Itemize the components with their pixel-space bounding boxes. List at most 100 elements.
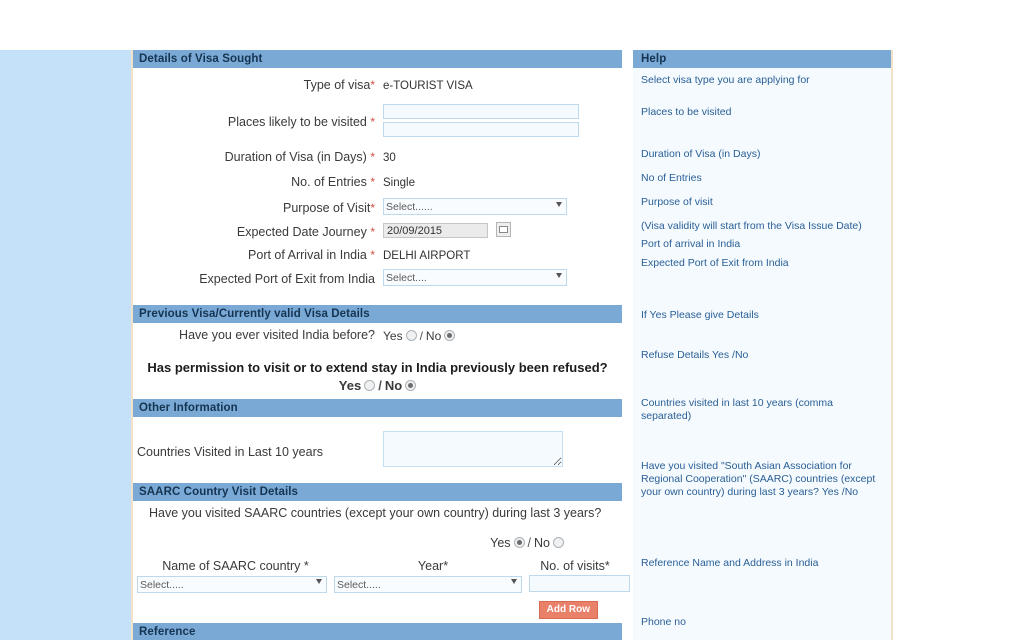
field-type-of-visa: e-TOURIST VISA	[383, 76, 622, 95]
add-row-container: Add Row	[133, 599, 622, 619]
saarc-answer-group: Yes / No	[133, 536, 622, 550]
label-duration: Duration of Visa (in Days) *	[133, 148, 383, 166]
visited-before-no-label: No	[425, 328, 442, 343]
help-item-places: Places to be visited	[641, 106, 732, 118]
saarc-no-label: No	[534, 535, 550, 550]
saarc-country-select-wrap[interactable]: Select.....	[137, 575, 327, 593]
label-date-journey: Expected Date Journey *	[133, 222, 383, 241]
row-type-of-visa: Type of visa* e-TOURIST VISA	[133, 76, 622, 95]
section-header-help: Help	[633, 50, 891, 68]
row-duration: Duration of Visa (in Days) * 30	[133, 148, 622, 167]
saarc-yes-label: Yes	[490, 535, 511, 550]
field-port-arrival: DELHI AIRPORT	[383, 246, 622, 265]
required-star: *	[370, 200, 375, 215]
field-duration: 30	[383, 148, 622, 167]
section-header-reference: Reference	[133, 623, 622, 640]
required-star: *	[443, 558, 449, 573]
label-duration-text: Duration of Visa (in Days)	[224, 149, 367, 164]
field-countries-visited	[383, 430, 622, 473]
purpose-of-visit-select[interactable]: Select......	[383, 198, 567, 215]
places-visited-input-1[interactable]	[383, 103, 579, 119]
help-item-purpose: Purpose of visit	[641, 196, 713, 208]
purpose-select-wrap[interactable]: Select......	[383, 198, 567, 216]
saarc-col-visits-label: No. of visits	[540, 558, 605, 573]
visited-before-separator: /	[419, 328, 423, 343]
port-exit-select-wrap[interactable]: Select....	[383, 269, 567, 287]
page-backdrop-left	[0, 50, 131, 640]
saarc-number-of-visits-input[interactable]	[529, 574, 630, 592]
label-date-journey-text: Expected Date Journey	[236, 224, 367, 239]
refused-yes-label: Yes	[338, 377, 362, 393]
section-header-saarc: SAARC Country Visit Details	[133, 482, 622, 501]
required-star: *	[370, 115, 375, 129]
help-item-phone: Phone no	[641, 616, 686, 628]
field-port-exit: Select....	[383, 269, 622, 287]
field-date-journey	[383, 221, 622, 240]
section-header-other-information: Other Information	[133, 398, 622, 417]
refused-question: Has permission to visit or to extend sta…	[147, 359, 608, 375]
visited-before-yes-radio[interactable]	[405, 329, 417, 341]
label-places-visited-text: Places likely to be visited	[227, 115, 367, 129]
label-type-of-visa-text: Type of visa	[303, 78, 371, 92]
saarc-separator: /	[527, 535, 532, 550]
help-item-if-yes-details: If Yes Please give Details	[641, 309, 759, 321]
help-item-reference: Reference Name and Address in India	[641, 557, 819, 569]
expected-port-of-exit-select[interactable]: Select....	[383, 269, 567, 286]
help-item-countries-visited: Countries visited in last 10 years (comm…	[641, 397, 833, 422]
label-places-visited: Places likely to be visited *	[133, 102, 383, 131]
refused-separator: /	[378, 377, 382, 393]
value-entries: Single	[383, 176, 415, 189]
required-star: *	[303, 558, 309, 573]
label-purpose: Purpose of Visit*	[133, 198, 383, 217]
help-item-visa-type: Select visa type you are applying for	[641, 74, 810, 86]
saarc-country-select[interactable]: Select.....	[137, 576, 327, 593]
label-type-of-visa: Type of visa*	[133, 76, 383, 94]
saarc-table-row: Select..... Select.....	[133, 574, 630, 593]
required-star: *	[604, 558, 610, 573]
help-item-visa-validity: (Visa validity will start from the Visa …	[641, 220, 862, 232]
label-entries-text: No. of Entries	[291, 174, 367, 189]
saarc-yes-radio[interactable]	[513, 536, 525, 548]
expected-date-journey-input[interactable]	[383, 223, 488, 238]
required-star: *	[370, 149, 375, 164]
help-item-port-arrival: Port of arrival in India	[641, 238, 741, 250]
field-entries: Single	[383, 173, 622, 192]
help-item-port-exit: Expected Port of Exit from India	[641, 257, 789, 269]
refused-yes-radio[interactable]	[364, 379, 376, 391]
countries-visited-textarea[interactable]	[383, 430, 563, 467]
help-column: Help Select visa type you are applying f…	[633, 50, 891, 640]
saarc-col-visits-header: No. of visits*	[528, 559, 622, 573]
visited-before-no-radio[interactable]	[444, 329, 456, 341]
places-visited-input-2[interactable]	[383, 122, 579, 137]
saarc-table-headers: Name of SAARC country * Year* No. of vis…	[133, 559, 622, 573]
section-header-previous-visa: Previous Visa/Currently valid Visa Detai…	[133, 304, 622, 323]
saarc-col-year-header: Year*	[338, 559, 528, 573]
refused-no-radio[interactable]	[405, 379, 417, 391]
saarc-question: Have you visited SAARC countries (except…	[149, 505, 602, 520]
row-port-arrival: Port of Arrival in India * DELHI AIRPORT	[133, 246, 622, 265]
refused-answer-group: Yes / No	[133, 378, 622, 393]
calendar-icon[interactable]	[496, 221, 512, 237]
form-column: Details of Visa Sought Type of visa* e-T…	[133, 50, 630, 640]
label-entries: No. of Entries *	[133, 173, 383, 191]
visa-application-page: Details of Visa Sought Type of visa* e-T…	[0, 0, 1024, 640]
label-port-exit-text: Expected Port of Exit from India	[199, 271, 375, 286]
value-type-of-visa: e-TOURIST VISA	[383, 80, 473, 92]
field-visited-before: Yes / No	[383, 326, 622, 345]
refused-no-label: No	[384, 377, 403, 393]
row-places-visited: Places likely to be visited *	[133, 102, 622, 139]
label-port-arrival: Port of Arrival in India *	[133, 246, 383, 264]
saarc-year-select-wrap[interactable]: Select.....	[334, 575, 522, 593]
row-visited-before: Have you ever visited India before? Yes /…	[133, 326, 622, 345]
value-duration: 30	[383, 151, 396, 164]
saarc-no-radio[interactable]	[553, 536, 564, 548]
required-star: *	[370, 174, 375, 189]
page-backdrop-right	[893, 50, 1024, 640]
saarc-year-select[interactable]: Select.....	[334, 576, 522, 593]
row-countries-visited: Countries Visited in Last 10 years	[133, 430, 622, 473]
label-visited-before: Have you ever visited India before?	[133, 326, 383, 344]
value-port-arrival: DELHI AIRPORT	[383, 249, 471, 262]
field-purpose: Select......	[383, 198, 622, 216]
row-purpose: Purpose of Visit* Select......	[133, 198, 622, 217]
add-row-button[interactable]: Add Row	[538, 601, 598, 619]
